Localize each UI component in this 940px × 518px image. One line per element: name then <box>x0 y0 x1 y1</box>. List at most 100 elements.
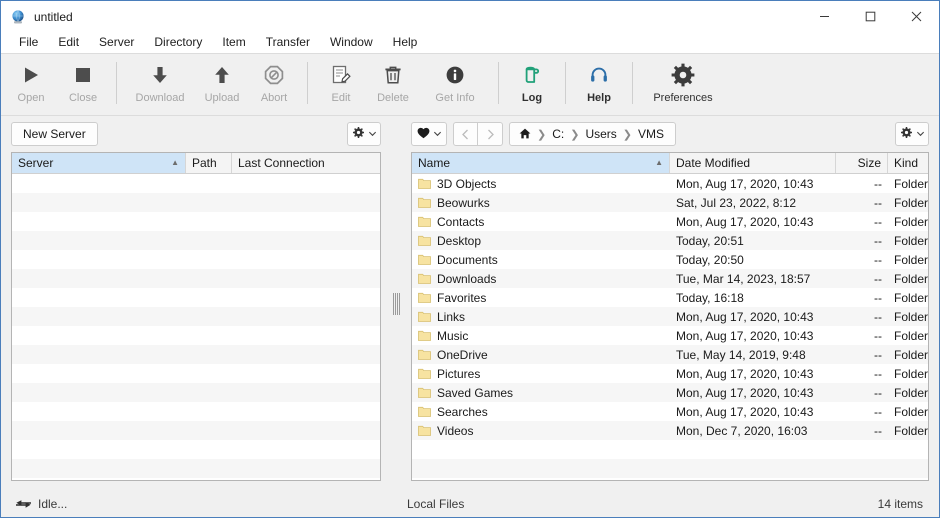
toolbar-group-preferences: Preferences <box>640 54 726 116</box>
abort-button[interactable]: Abort <box>248 54 300 112</box>
empty-row <box>12 288 380 307</box>
table-row[interactable]: Saved Games Mon, Aug 17, 2020, 10:43 -- Fol… <box>412 383 928 402</box>
column-header-date-modified-label: Date Modified <box>676 156 751 170</box>
log-button[interactable]: Log <box>506 54 558 112</box>
menu-server[interactable]: Server <box>89 32 144 53</box>
servers-actions-button[interactable] <box>347 122 381 146</box>
open-button[interactable]: Open <box>5 54 57 112</box>
table-row[interactable]: Beowurks Sat, Jul 23, 2022, 8:12 -- Folder <box>412 193 928 212</box>
table-row[interactable]: 3D Objects Mon, Aug 17, 2020, 10:43 -- Fold… <box>412 174 928 193</box>
delete-button[interactable]: Delete <box>367 54 419 112</box>
column-header-kind-label: Kind <box>894 156 919 170</box>
sort-ascending-icon: ▲ <box>655 158 663 167</box>
help-button[interactable]: Help <box>573 54 625 112</box>
folder-icon <box>418 425 431 436</box>
main-toolbar: Open Close Download Upload Abort Edit De… <box>1 54 939 116</box>
folder-icon <box>418 216 431 227</box>
breadcrumb-separator: ❯ <box>570 128 580 141</box>
empty-row <box>12 459 380 478</box>
new-server-button[interactable]: New Server <box>11 122 98 146</box>
preferences-button[interactable]: Preferences <box>640 54 726 112</box>
menu-help[interactable]: Help <box>383 32 428 53</box>
maximize-button[interactable] <box>847 1 893 32</box>
local-files-list[interactable]: Name ▲ Date Modified Size Kind 3D Object… <box>411 152 929 481</box>
date-modified-cell: Sat, Jul 23, 2022, 8:12 <box>676 195 797 210</box>
forward-button[interactable] <box>478 122 503 146</box>
back-button[interactable] <box>453 122 478 146</box>
column-header-name[interactable]: Name ▲ <box>412 153 670 173</box>
menu-item[interactable]: Item <box>212 32 255 53</box>
date-modified-cell: Mon, Aug 17, 2020, 10:43 <box>676 404 814 419</box>
file-name-cell: OneDrive <box>412 348 670 362</box>
table-row[interactable]: Desktop Today, 20:51 -- Folder <box>412 231 928 250</box>
chevron-down-icon <box>916 127 925 141</box>
file-name-cell: Downloads <box>412 272 670 286</box>
column-header-kind[interactable]: Kind <box>888 153 928 173</box>
date-modified-cell: Mon, Aug 17, 2020, 10:43 <box>676 366 814 381</box>
table-row[interactable]: Pictures Mon, Aug 17, 2020, 10:43 -- Folder <box>412 364 928 383</box>
table-row[interactable]: Favorites Today, 16:18 -- Folder <box>412 288 928 307</box>
headset-icon <box>588 60 610 90</box>
date-modified-cell: Today, 16:18 <box>676 290 744 305</box>
table-row[interactable]: Videos Mon, Dec 7, 2020, 16:03 -- Folder <box>412 421 928 440</box>
panes-container: New Server Server ▲ Path Last Connection… <box>1 116 939 491</box>
edit-document-icon <box>330 60 352 90</box>
close-button[interactable] <box>893 1 939 32</box>
kind-cell: Folder <box>894 214 928 229</box>
status-bar-right: Local Files 14 items <box>391 497 939 511</box>
pane-bottom-spacer <box>1 481 391 491</box>
table-row[interactable]: Downloads Tue, Mar 14, 2023, 18:57 -- Folde… <box>412 269 928 288</box>
download-button-label: Download <box>135 92 185 104</box>
size-cell: -- <box>874 423 882 438</box>
toolbar-group-log: Log <box>506 54 558 116</box>
column-header-path[interactable]: Path <box>186 153 232 173</box>
size-cell: -- <box>874 290 882 305</box>
table-row[interactable]: OneDrive Tue, May 14, 2019, 9:48 -- Folder <box>412 345 928 364</box>
menu-window[interactable]: Window <box>320 32 383 53</box>
breadcrumb-users[interactable]: Users <box>583 127 618 141</box>
edit-button[interactable]: Edit <box>315 54 367 112</box>
info-icon <box>444 60 466 90</box>
chevron-left-icon <box>462 129 468 139</box>
column-header-server[interactable]: Server ▲ <box>12 153 186 173</box>
upload-button[interactable]: Upload <box>196 54 248 112</box>
navigation-buttons <box>453 122 503 146</box>
folder-icon <box>418 406 431 417</box>
menu-edit[interactable]: Edit <box>48 32 89 53</box>
toolbar-separator <box>565 62 566 104</box>
table-row[interactable]: Links Mon, Aug 17, 2020, 10:43 -- Folder <box>412 307 928 326</box>
table-row[interactable]: Searches Mon, Aug 17, 2020, 10:43 -- Folder <box>412 402 928 421</box>
size-cell: -- <box>874 233 882 248</box>
get-info-button[interactable]: Get Info <box>419 54 491 112</box>
breadcrumb-drive[interactable]: C: <box>550 127 566 141</box>
servers-pane: New Server Server ▲ Path Last Connection <box>1 116 391 491</box>
download-button[interactable]: Download <box>124 54 196 112</box>
empty-row <box>12 345 380 364</box>
column-header-size[interactable]: Size <box>836 153 888 173</box>
file-name-label: Music <box>437 328 469 343</box>
table-row[interactable]: Contacts Mon, Aug 17, 2020, 10:43 -- Folder <box>412 212 928 231</box>
local-files-list-header: Name ▲ Date Modified Size Kind <box>412 153 928 174</box>
folder-icon <box>418 178 431 189</box>
empty-row <box>12 231 380 250</box>
menu-file[interactable]: File <box>9 32 48 53</box>
breadcrumb-vms[interactable]: VMS <box>636 127 666 141</box>
column-header-date-modified[interactable]: Date Modified <box>670 153 836 173</box>
folder-icon <box>418 349 431 360</box>
close-connection-button[interactable]: Close <box>57 54 109 112</box>
empty-row <box>12 421 380 440</box>
minimize-button[interactable] <box>801 1 847 32</box>
favorites-button[interactable] <box>411 122 447 146</box>
menu-transfer[interactable]: Transfer <box>256 32 320 53</box>
menu-directory[interactable]: Directory <box>144 32 212 53</box>
trash-icon <box>382 60 404 90</box>
pane-splitter[interactable] <box>391 116 401 491</box>
column-header-last-connection[interactable]: Last Connection <box>232 153 380 173</box>
servers-list[interactable]: Server ▲ Path Last Connection <box>11 152 381 481</box>
table-row[interactable]: Music Mon, Aug 17, 2020, 10:43 -- Folder <box>412 326 928 345</box>
local-files-actions-button[interactable] <box>895 122 929 146</box>
file-name-cell: Videos <box>412 424 670 438</box>
breadcrumb-home[interactable] <box>517 127 533 141</box>
empty-row <box>412 478 928 480</box>
table-row[interactable]: Documents Today, 20:50 -- Folder <box>412 250 928 269</box>
